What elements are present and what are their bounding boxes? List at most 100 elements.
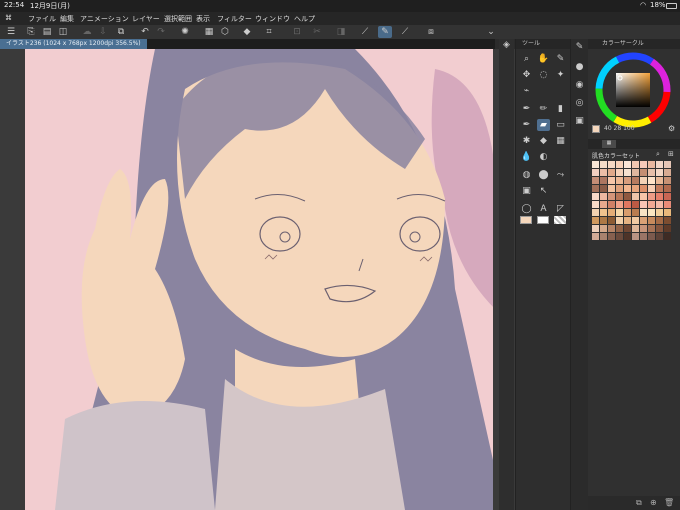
palette-swatch[interactable] bbox=[616, 161, 623, 168]
palette-swatch[interactable] bbox=[600, 209, 607, 216]
paste-icon[interactable]: ◨ bbox=[334, 26, 348, 38]
palette-swatch[interactable] bbox=[664, 233, 671, 240]
palette-swatch[interactable] bbox=[608, 225, 615, 232]
palette-swatch[interactable] bbox=[656, 177, 663, 184]
palette-swatch[interactable] bbox=[656, 209, 663, 216]
palette-swatch[interactable] bbox=[608, 233, 615, 240]
main-color-chip[interactable] bbox=[520, 216, 532, 224]
sub-tool-icon[interactable]: ✎ bbox=[573, 41, 586, 53]
figure-icon[interactable]: ◍ bbox=[520, 169, 533, 181]
palette-swatch[interactable] bbox=[600, 193, 607, 200]
palette-swatch[interactable] bbox=[624, 161, 631, 168]
palette-swatch[interactable] bbox=[616, 201, 623, 208]
palette-swatch[interactable] bbox=[664, 169, 671, 176]
cloud-icon[interactable]: ☁ bbox=[80, 26, 94, 38]
palette-swatch[interactable] bbox=[640, 161, 647, 168]
palette-swatch[interactable] bbox=[608, 177, 615, 184]
ruler-tool-icon[interactable]: ◸ bbox=[554, 203, 567, 215]
palette-swatch[interactable] bbox=[656, 217, 663, 224]
palette-swatch[interactable] bbox=[656, 169, 663, 176]
trash-icon[interactable]: 🗑 bbox=[664, 498, 674, 507]
palette-swatch[interactable] bbox=[592, 169, 599, 176]
palette-swatch[interactable] bbox=[640, 185, 647, 192]
palette-swatch[interactable] bbox=[616, 177, 623, 184]
palette-swatch[interactable] bbox=[648, 209, 655, 216]
palette-swatch[interactable] bbox=[640, 169, 647, 176]
collapse-chevron-icon[interactable]: ⌄ bbox=[484, 26, 498, 38]
settings-dot-icon[interactable]: ◉ bbox=[573, 79, 586, 91]
airbrush-icon[interactable]: ▰ bbox=[537, 119, 550, 131]
drawing-canvas[interactable] bbox=[25, 49, 495, 510]
copy-icon[interactable]: ⧉ bbox=[114, 26, 128, 38]
smudge-icon[interactable]: ◐ bbox=[537, 151, 550, 163]
crop-icon[interactable]: ⊡ bbox=[290, 26, 304, 38]
eyedropper-icon[interactable]: ⌁ bbox=[520, 85, 533, 97]
palette-swatch[interactable] bbox=[632, 217, 639, 224]
hand-icon[interactable]: ✋ bbox=[537, 53, 550, 65]
redo-icon[interactable]: ↷ bbox=[154, 26, 168, 38]
palette-swatch[interactable] bbox=[592, 185, 599, 192]
ink-pen-icon[interactable]: ✒ bbox=[520, 119, 533, 131]
palette-swatch[interactable] bbox=[640, 225, 647, 232]
menu-view[interactable]: 表示 bbox=[196, 14, 210, 24]
palette-tab-icon[interactable]: ▦ bbox=[602, 140, 616, 148]
palette-swatch[interactable] bbox=[616, 209, 623, 216]
palette-swatch[interactable] bbox=[616, 193, 623, 200]
palette-swatch[interactable] bbox=[608, 193, 615, 200]
transform-icon[interactable]: ⌗ bbox=[262, 26, 276, 38]
layers-stack-icon[interactable]: ◈ bbox=[500, 39, 513, 51]
menu-animation[interactable]: アニメーション bbox=[80, 14, 129, 24]
palette-swatch[interactable] bbox=[640, 233, 647, 240]
pencil-icon[interactable]: ✏ bbox=[537, 103, 550, 115]
palette-swatch[interactable] bbox=[608, 161, 615, 168]
palette-swatch[interactable] bbox=[640, 217, 647, 224]
text-icon[interactable]: A bbox=[537, 203, 550, 215]
fill-bucket-icon[interactable]: ◆ bbox=[537, 135, 550, 147]
palette-swatch[interactable] bbox=[648, 233, 655, 240]
pen-pressure-icon[interactable]: ✎ bbox=[378, 26, 392, 38]
palette-swatch[interactable] bbox=[632, 201, 639, 208]
palette-add-icon[interactable]: ⊞ bbox=[668, 150, 674, 158]
palette-swatch[interactable] bbox=[592, 201, 599, 208]
pen-icon[interactable]: ✒ bbox=[520, 103, 533, 115]
palette-swatch[interactable] bbox=[648, 185, 655, 192]
color-settings-icon[interactable]: ⚙ bbox=[668, 124, 675, 133]
color-wheel[interactable] bbox=[594, 51, 672, 129]
palette-swatch[interactable] bbox=[632, 225, 639, 232]
clear-icon[interactable]: ▦ bbox=[202, 26, 216, 38]
hamburger-menu-icon[interactable]: ☰ bbox=[4, 26, 18, 38]
palette-swatch[interactable] bbox=[632, 233, 639, 240]
magic-wand-icon[interactable]: ✦ bbox=[554, 69, 567, 81]
menu-filter[interactable]: フィルター bbox=[217, 14, 252, 24]
palette-swatch[interactable] bbox=[608, 201, 615, 208]
palette-swatch[interactable] bbox=[616, 185, 623, 192]
palette-swatch[interactable] bbox=[608, 169, 615, 176]
move-icon[interactable]: ✥ bbox=[520, 69, 533, 81]
palette-swatch[interactable] bbox=[648, 225, 655, 232]
palette-swatch[interactable] bbox=[656, 161, 663, 168]
balloon-icon[interactable]: ◯ bbox=[520, 203, 533, 215]
eraser-icon[interactable]: ▭ bbox=[554, 119, 567, 131]
palette-swatch[interactable] bbox=[640, 201, 647, 208]
palette-swatch[interactable] bbox=[656, 201, 663, 208]
palette-swatch[interactable] bbox=[592, 209, 599, 216]
brush-preset-icon[interactable]: ✎ bbox=[554, 53, 567, 65]
palette-swatch[interactable] bbox=[648, 161, 655, 168]
palette-swatch[interactable] bbox=[648, 193, 655, 200]
sub-color-chip[interactable] bbox=[537, 216, 549, 224]
new-file-icon[interactable]: ⎘ bbox=[24, 26, 38, 38]
palette-swatch[interactable] bbox=[600, 169, 607, 176]
palette-swatch[interactable] bbox=[632, 169, 639, 176]
palette-swatch[interactable] bbox=[664, 193, 671, 200]
open-file-icon[interactable]: ▤ bbox=[40, 26, 54, 38]
palette-swatch[interactable] bbox=[624, 185, 631, 192]
palette-swatch[interactable] bbox=[664, 177, 671, 184]
palette-swatch[interactable] bbox=[640, 177, 647, 184]
palette-swatch[interactable] bbox=[624, 233, 631, 240]
palette-swatch[interactable] bbox=[624, 217, 631, 224]
palette-swatch[interactable] bbox=[616, 217, 623, 224]
palette-swatch[interactable] bbox=[592, 161, 599, 168]
palette-swatch[interactable] bbox=[616, 169, 623, 176]
deselect-icon[interactable]: ⬡ bbox=[218, 26, 232, 38]
palette-swatch[interactable] bbox=[648, 177, 655, 184]
